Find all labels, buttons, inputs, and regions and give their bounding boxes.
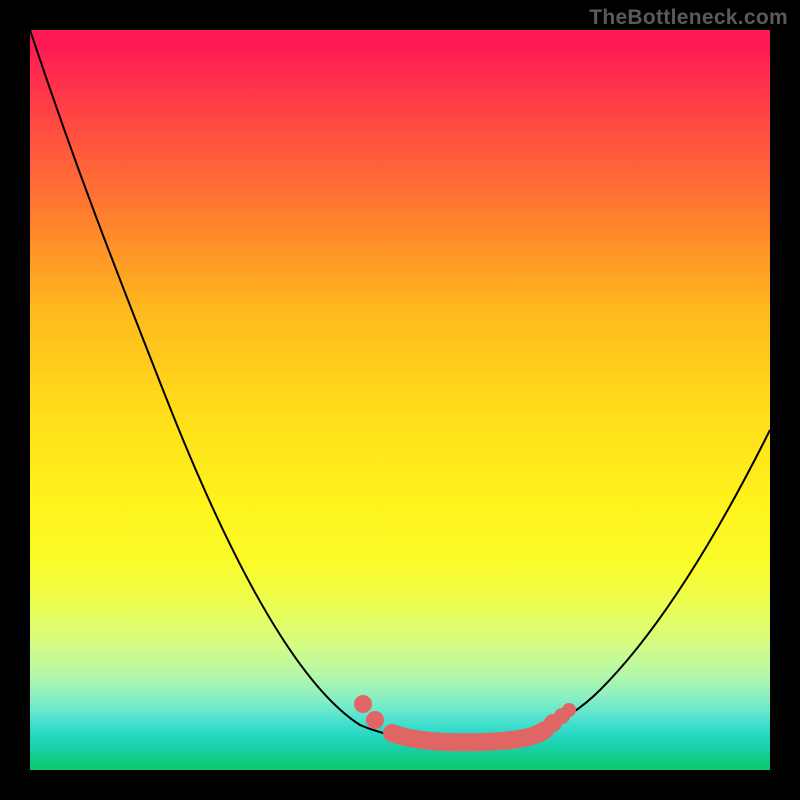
highlight-dot: [366, 711, 384, 729]
highlight-dot: [354, 695, 372, 713]
watermark-text: TheBottleneck.com: [589, 6, 788, 30]
bottleneck-curve: [30, 30, 770, 740]
chart-plot-area: [30, 30, 770, 770]
highlight-band: [392, 730, 545, 742]
highlight-dot: [562, 703, 576, 717]
chart-svg: [30, 30, 770, 770]
